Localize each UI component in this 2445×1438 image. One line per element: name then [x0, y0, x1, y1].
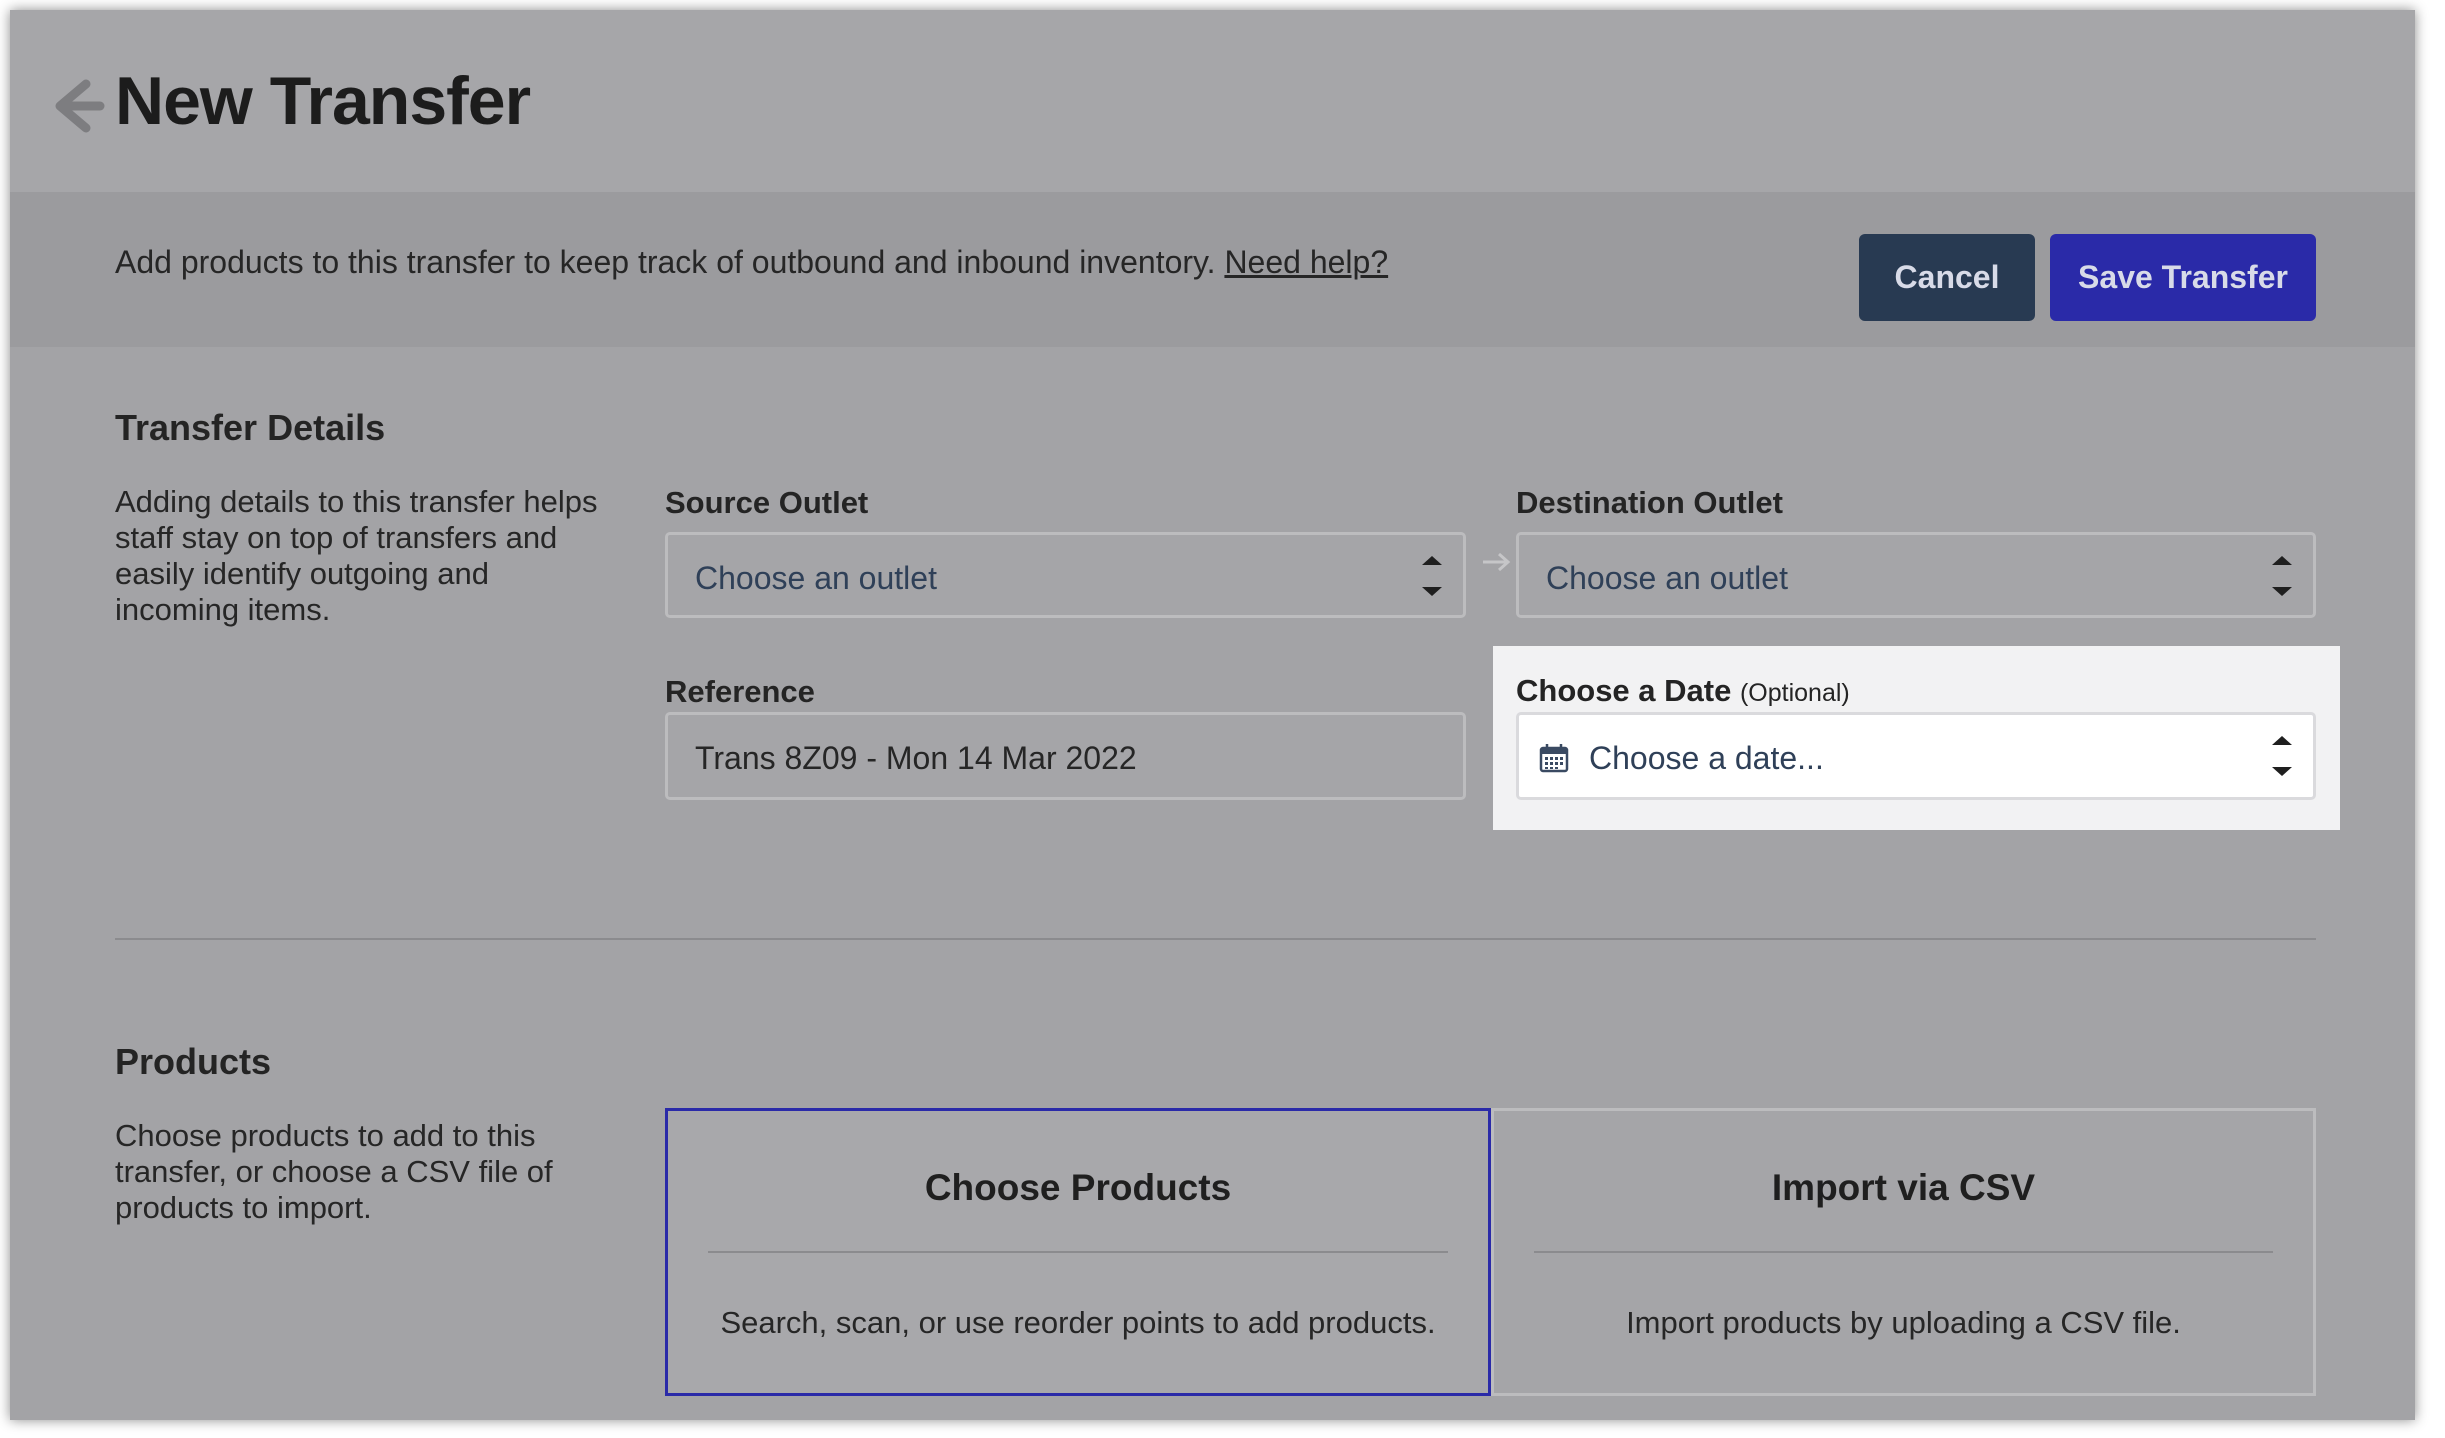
source-outlet-select[interactable]: Choose an outlet	[665, 532, 1466, 618]
card-divider	[1534, 1251, 2273, 1253]
products-description: Choose products to add to this transfer,…	[115, 1118, 553, 1225]
destination-outlet-select[interactable]: Choose an outlet	[1516, 532, 2316, 618]
date-picker-input[interactable]: Choose a date...	[1516, 712, 2316, 800]
products-title: Products	[115, 1041, 272, 1082]
transfer-details-description: Adding details to this transfer helps st…	[115, 484, 598, 627]
page-header: New Transfer	[10, 10, 2415, 192]
up-down-stepper-icon	[2272, 556, 2292, 596]
source-outlet-value: Choose an outlet	[695, 560, 937, 596]
banner-text: Add products to this transfer to keep tr…	[115, 244, 1216, 280]
arrow-left-icon[interactable]	[46, 70, 106, 142]
destination-outlet-value: Choose an outlet	[1546, 560, 1788, 596]
info-banner: Add products to this transfer to keep tr…	[10, 192, 2415, 347]
transfer-details-title: Transfer Details	[115, 407, 386, 448]
choose-date-label-wrap: Choose a Date (Optional)	[1516, 673, 1850, 709]
import-csv-card[interactable]: Import via CSV Import products by upload…	[1491, 1108, 2316, 1396]
up-down-stepper-icon	[2272, 736, 2292, 776]
date-placeholder: Choose a date...	[1589, 740, 1824, 776]
arrow-right-icon	[1483, 552, 1511, 572]
reference-label: Reference	[665, 674, 815, 709]
section-divider	[115, 938, 2316, 940]
up-down-stepper-icon	[1422, 556, 1442, 596]
choose-products-description: Search, scan, or use reorder points to a…	[720, 1305, 1436, 1340]
reference-input[interactable]: Trans 8Z09 - Mon 14 Mar 2022	[665, 712, 1466, 800]
destination-outlet-label: Destination Outlet	[1516, 485, 1783, 520]
choose-date-label: Choose a Date	[1516, 673, 1732, 708]
card-divider	[708, 1251, 1448, 1253]
import-csv-description: Import products by uploading a CSV file.	[1626, 1305, 2181, 1340]
cancel-button[interactable]: Cancel	[1859, 234, 2035, 321]
page-title: New Transfer	[115, 63, 531, 139]
banner-text-wrap: Add products to this transfer to keep tr…	[115, 244, 1388, 281]
choose-products-card[interactable]: Choose Products Search, scan, or use reo…	[665, 1108, 1491, 1396]
source-outlet-label: Source Outlet	[665, 485, 869, 520]
app-window: New Transfer Add products to this transf…	[10, 10, 2415, 1420]
choose-products-title: Choose Products	[924, 1167, 1232, 1208]
calendar-icon	[1539, 744, 1569, 773]
need-help-link[interactable]: Need help?	[1224, 244, 1388, 280]
save-transfer-button[interactable]: Save Transfer	[2050, 234, 2316, 321]
import-csv-title: Import via CSV	[1771, 1167, 2036, 1208]
optional-tag: (Optional)	[1739, 679, 1850, 707]
